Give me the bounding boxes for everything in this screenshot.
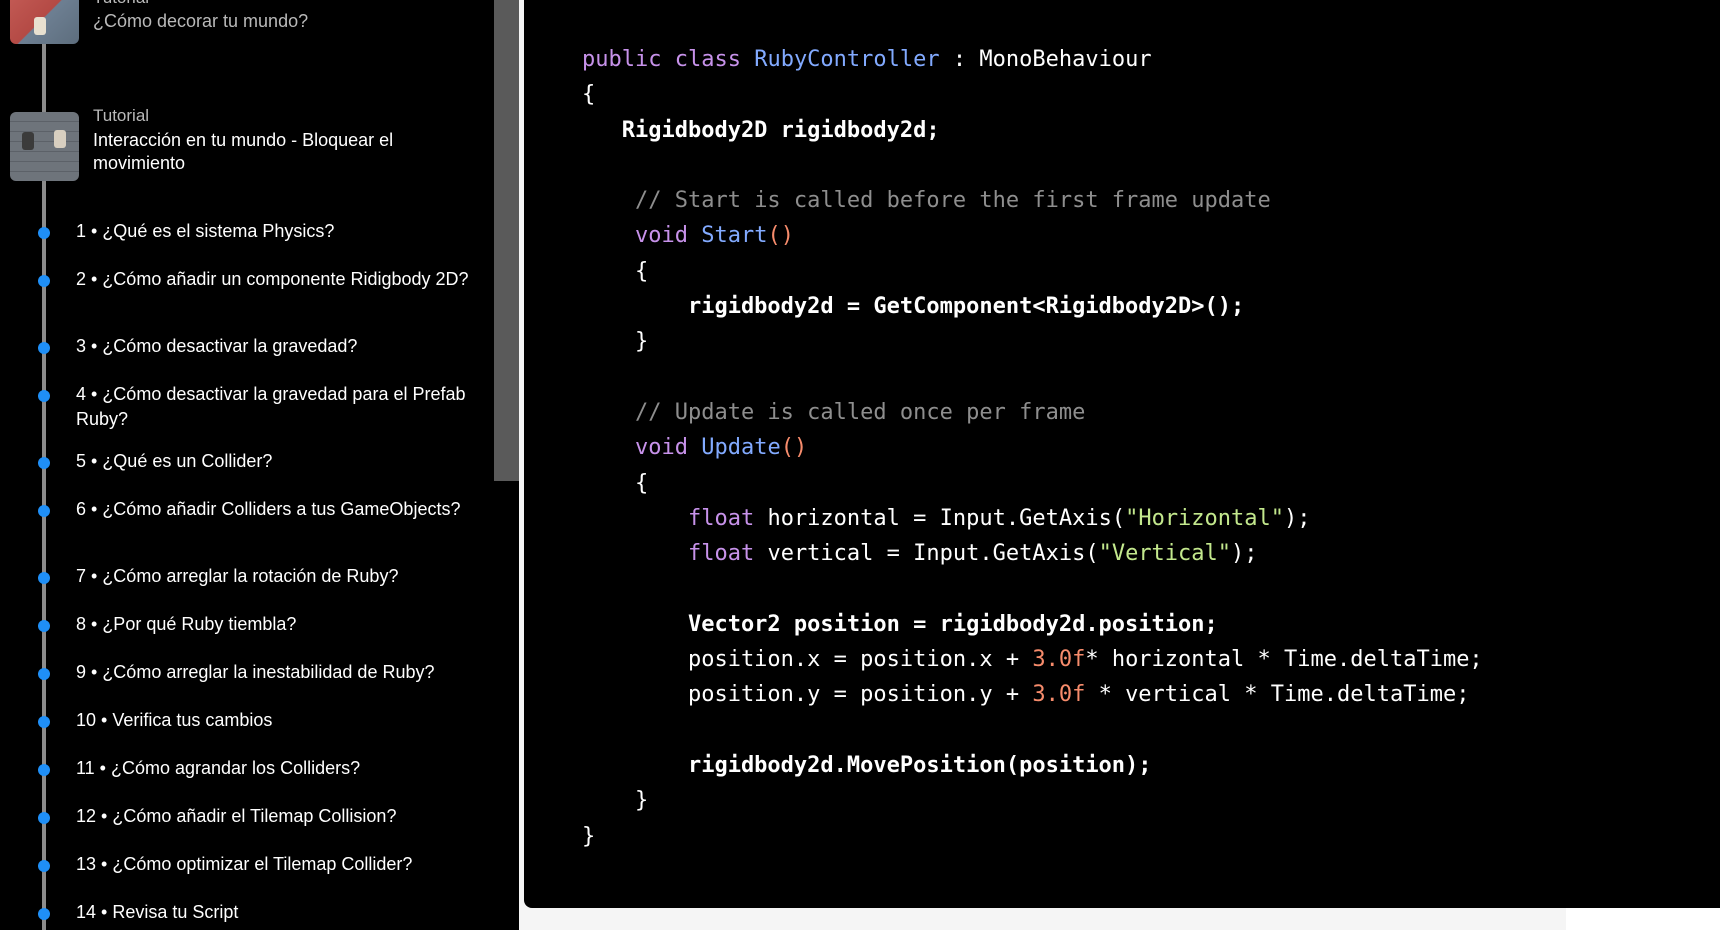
step-bullet-icon bbox=[38, 716, 50, 728]
step-item[interactable]: 12 • ¿Cómo añadir el Tilemap Collision? bbox=[0, 795, 480, 835]
step-label: 4 • ¿Cómo desactivar la gravedad para el… bbox=[76, 384, 466, 429]
step-bullet-icon bbox=[38, 620, 50, 632]
step-label: 14 • Revisa tu Script bbox=[76, 902, 239, 922]
step-item[interactable]: 5 • ¿Qué es un Collider? bbox=[0, 440, 480, 480]
step-bullet-icon bbox=[38, 908, 50, 920]
step-bullet-icon bbox=[38, 342, 50, 354]
code-line: Vector2 position = rigidbody2d.position; bbox=[582, 611, 1218, 637]
code-line: // Start is called before the first fram… bbox=[634, 188, 1271, 214]
step-label: 10 • Verifica tus cambios bbox=[76, 710, 273, 730]
tutorial-sidebar: Tutorial ¿Cómo decorar tu mundo? Tutoria… bbox=[0, 0, 493, 930]
step-bullet-icon bbox=[38, 390, 50, 402]
tutorial-label: Tutorial bbox=[93, 0, 149, 8]
step-item[interactable]: 1 • ¿Qué es el sistema Physics? bbox=[0, 210, 480, 250]
tutorial-title[interactable]: Interacción en tu mundo - Bloquear el mo… bbox=[93, 129, 453, 175]
step-label: 5 • ¿Qué es un Collider? bbox=[76, 451, 273, 471]
code-line: float horizontal = Input.GetAxis("Horizo… bbox=[687, 505, 1311, 531]
page-background-strip bbox=[1566, 908, 1720, 930]
step-bullet-icon bbox=[38, 812, 50, 824]
step-label: 11 • ¿Cómo agrandar los Colliders? bbox=[76, 758, 361, 778]
tutorial-title[interactable]: ¿Cómo decorar tu mundo? bbox=[93, 10, 453, 33]
step-item[interactable]: 11 • ¿Cómo agrandar los Colliders? bbox=[0, 747, 480, 787]
code-line: float vertical = Input.GetAxis("Vertical… bbox=[687, 541, 1258, 567]
step-item[interactable]: 9 • ¿Cómo arreglar la inestabilidad de R… bbox=[0, 651, 480, 691]
tutorial-label: Tutorial bbox=[93, 106, 150, 125]
step-label: 9 • ¿Cómo arreglar la inestabilidad de R… bbox=[76, 662, 435, 682]
tutorial-thumbnail[interactable] bbox=[10, 112, 79, 181]
step-label: 2 • ¿Cómo añadir un componente Ridigbody… bbox=[76, 269, 469, 289]
code-line: position.x = position.x + 3.0f* horizont… bbox=[582, 647, 1483, 673]
step-label: 13 • ¿Cómo optimizar el Tilemap Collider… bbox=[76, 854, 413, 874]
character-sprite-icon bbox=[34, 17, 46, 35]
step-item[interactable]: 13 • ¿Cómo optimizar el Tilemap Collider… bbox=[0, 843, 480, 883]
code-line: rigidbody2d.MovePosition(position); bbox=[582, 752, 1152, 778]
tutorial-thumbnail[interactable] bbox=[10, 0, 79, 44]
step-label: 1 • ¿Qué es el sistema Physics? bbox=[76, 221, 335, 241]
code-line: public class RubyController : MonoBehavi… bbox=[582, 47, 1152, 72]
step-item[interactable]: 6 • ¿Cómo añadir Colliders a tus GameObj… bbox=[0, 488, 480, 528]
step-bullet-icon bbox=[38, 668, 50, 680]
sidebar-scrollbar-thumb[interactable] bbox=[494, 0, 519, 481]
code-line: Rigidbody2D rigidbody2d; bbox=[582, 117, 940, 143]
step-bullet-icon bbox=[38, 227, 50, 239]
step-item[interactable]: 10 • Verifica tus cambios bbox=[0, 699, 480, 739]
code-block: public class RubyController : MonoBehavi… bbox=[524, 0, 1720, 908]
step-label: 8 • ¿Por qué Ruby tiembla? bbox=[76, 614, 297, 634]
character-sprite-icon bbox=[54, 130, 66, 148]
code-line: { bbox=[582, 258, 649, 284]
code-line: position.y = position.y + 3.0f * vertica… bbox=[582, 682, 1470, 708]
code-line: void Update() bbox=[634, 435, 808, 461]
obstacle-sprite-icon bbox=[22, 132, 34, 150]
step-item[interactable]: 4 • ¿Cómo desactivar la gravedad para el… bbox=[0, 373, 480, 429]
step-label: 7 • ¿Cómo arreglar la rotación de Ruby? bbox=[76, 566, 399, 586]
step-item[interactable]: 8 • ¿Por qué Ruby tiembla? bbox=[0, 603, 480, 643]
step-bullet-icon bbox=[38, 275, 50, 287]
step-bullet-icon bbox=[38, 572, 50, 584]
code-line: // Update is called once per frame bbox=[634, 399, 1086, 425]
step-label: 6 • ¿Cómo añadir Colliders a tus GameObj… bbox=[76, 499, 461, 519]
code-line: rigidbody2d = GetComponent<Rigidbody2D>(… bbox=[582, 294, 1245, 320]
code-line: { bbox=[582, 82, 596, 108]
step-label: 3 • ¿Cómo desactivar la gravedad? bbox=[76, 336, 358, 356]
code-line: } bbox=[582, 788, 649, 814]
step-item[interactable]: 3 • ¿Cómo desactivar la gravedad? bbox=[0, 325, 480, 365]
code-line: } bbox=[582, 823, 596, 849]
step-bullet-icon bbox=[38, 860, 50, 872]
step-label: 12 • ¿Cómo añadir el Tilemap Collision? bbox=[76, 806, 397, 826]
code-line: { bbox=[582, 470, 649, 496]
step-bullet-icon bbox=[38, 505, 50, 517]
step-item[interactable]: 2 • ¿Cómo añadir un componente Ridigbody… bbox=[0, 258, 480, 298]
step-item[interactable]: 14 • Revisa tu Script bbox=[0, 891, 480, 930]
step-bullet-icon bbox=[38, 457, 50, 469]
code-content[interactable]: public class RubyController : MonoBehavi… bbox=[582, 42, 1483, 854]
step-item[interactable]: 7 • ¿Cómo arreglar la rotación de Ruby? bbox=[0, 555, 480, 595]
step-bullet-icon bbox=[38, 764, 50, 776]
code-line: void Start() bbox=[634, 223, 794, 249]
code-line: } bbox=[582, 329, 649, 355]
